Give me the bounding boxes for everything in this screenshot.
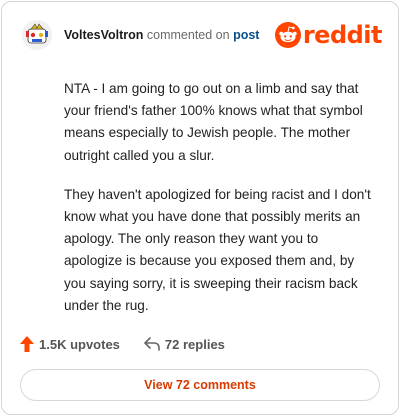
reddit-snoo-icon [274,22,301,48]
reply-stat[interactable]: 72 replies [144,337,225,352]
comment-header: VoltesVoltron commented on post reddit [22,20,383,50]
reddit-logo[interactable]: reddit [274,21,383,49]
user-avatar-icon[interactable] [22,20,52,50]
comment-body: NTA - I am going to go out on a limb and… [64,78,372,334]
post-link[interactable]: post [233,28,259,42]
view-comments-button[interactable]: View 72 comments [20,369,380,401]
comment-paragraph: They haven't apologized for being racist… [64,186,371,313]
action-text: commented on [146,28,230,42]
upvote-arrow-icon [20,336,34,352]
upvote-count: 1.5K upvotes [39,336,120,352]
reddit-wordmark: reddit [302,21,383,49]
upvote-stat[interactable]: 1.5K upvotes [20,336,120,352]
comment-card: VoltesVoltron commented on post reddit N… [1,1,399,415]
reply-count: 72 replies [164,336,225,352]
comment-meta: VoltesVoltron commented on post [64,28,259,42]
comment-paragraph: NTA - I am going to go out on a limb and… [64,81,363,163]
username[interactable]: VoltesVoltron [64,28,143,42]
comment-stats: 1.5K upvotes 72 replies [20,336,225,352]
reply-arrow-icon [144,337,160,351]
